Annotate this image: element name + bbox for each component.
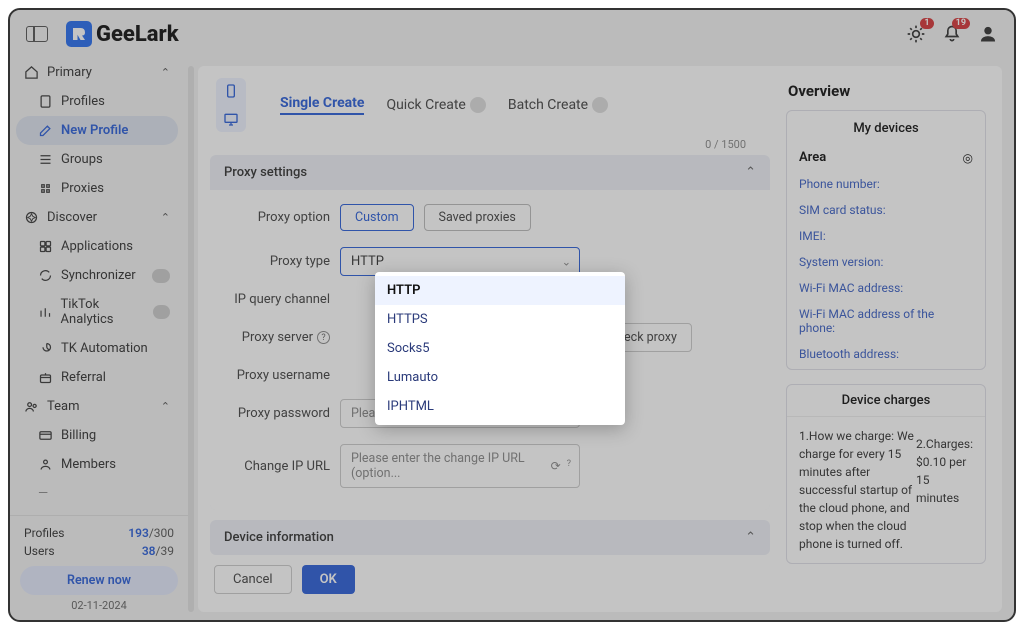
bell-icon[interactable]: 19	[942, 24, 962, 44]
tab-single-create[interactable]: Single Create	[280, 95, 364, 115]
device-row: Wi-Fi MAC address of the phone:	[787, 301, 985, 341]
device-row: System version:	[787, 249, 985, 275]
proxy-password-label: Proxy password	[224, 406, 340, 421]
ok-button[interactable]: OK	[302, 565, 355, 594]
chevron-up-icon: ⌃	[745, 530, 756, 545]
change-ip-url-label: Change IP URL	[224, 459, 340, 474]
sidebar-item-tk-automation[interactable]: TK Automation	[10, 334, 184, 363]
gear-bell-icon[interactable]: 1	[906, 24, 926, 44]
renew-button[interactable]: Renew now	[20, 566, 178, 595]
notif-badge-2: 19	[952, 18, 970, 29]
sidebar-item-profiles[interactable]: Profiles	[10, 87, 184, 116]
device-row: IMEI:	[787, 223, 985, 249]
tab-batch-create[interactable]: Batch Create	[508, 97, 608, 113]
sidebar-item-synchronizer[interactable]: Synchronizer	[10, 261, 184, 290]
sidebar-section-label: Primary	[47, 65, 92, 80]
help-icon[interactable]: ?	[567, 459, 571, 473]
sidebar-item-applications[interactable]: Applications	[10, 232, 184, 261]
proxy-option-custom[interactable]: Custom	[340, 204, 414, 231]
location-pin-icon[interactable]: ◎	[963, 151, 973, 165]
charges-text-2: 2.Charges: $0.10 per 15 minutes	[916, 435, 973, 553]
sidebar-item-more: —	[10, 479, 184, 508]
sidebar-item-members[interactable]: Members	[10, 450, 184, 479]
my-devices-card: My devices Area ◎ Phone number: SIM card…	[786, 110, 986, 370]
change-ip-url-input[interactable]: Please enter the change IP URL (option..…	[340, 444, 580, 488]
overview-title: Overview	[786, 78, 986, 110]
my-devices-title: My devices	[787, 113, 985, 144]
sidebar-section-discover[interactable]: Discover ⌃	[10, 203, 184, 232]
device-charges-card: Device charges 1.How we charge: We charg…	[786, 384, 986, 564]
sidebar-item-proxies[interactable]: Proxies	[10, 174, 184, 203]
proxy-username-label: Proxy username	[224, 368, 340, 383]
sidebar-item-new-profile[interactable]: New Profile	[16, 116, 178, 145]
tab-quick-create[interactable]: Quick Create	[386, 97, 485, 113]
tab-badge-icon	[592, 97, 608, 113]
overview-column: Overview My devices Area ◎ Phone number:…	[786, 78, 986, 604]
proxy-server-label: Proxy server?	[224, 330, 340, 345]
char-counter: 0 / 1500	[210, 138, 770, 151]
dropdown-item-iphtml[interactable]: IPHTML	[375, 392, 625, 421]
sidebar-section-team[interactable]: Team ⌃	[10, 392, 184, 421]
chevron-up-icon: ⌃	[161, 66, 170, 79]
proxy-settings-header[interactable]: Proxy settings ⌃	[210, 155, 770, 190]
brand-name: GeeLark	[96, 22, 179, 47]
chevron-down-icon: ⌄	[562, 255, 571, 268]
desktop-icon[interactable]	[222, 110, 240, 128]
sidebar-item-referral[interactable]: Referral	[10, 363, 184, 392]
sidebar: Primary ⌃ Profiles New Profile Groups	[10, 58, 188, 620]
proxy-type-label: Proxy type	[224, 254, 340, 269]
footer-date: 02-11-2024	[20, 599, 178, 612]
refresh-icon[interactable]: ⟳	[551, 459, 561, 473]
device-row: SIM card status:	[787, 197, 985, 223]
proxy-option-saved[interactable]: Saved proxies	[424, 204, 531, 231]
dropdown-item-https[interactable]: HTTPS	[375, 305, 625, 334]
topbar: GeeLark 1 19	[10, 10, 1014, 58]
stat-users-label: Users	[24, 544, 55, 558]
dropdown-item-http[interactable]: HTTP	[375, 276, 625, 305]
toggle-pill-icon[interactable]	[153, 305, 170, 319]
sidebar-item-billing[interactable]: Billing	[10, 421, 184, 450]
device-charges-title: Device charges	[787, 385, 985, 417]
dropdown-item-lumauto[interactable]: Lumauto	[375, 363, 625, 392]
scrollbar[interactable]	[188, 66, 194, 612]
device-type-toggle	[216, 78, 246, 132]
user-avatar-icon[interactable]	[978, 24, 998, 44]
brand-logo: GeeLark	[66, 21, 179, 47]
sidebar-item-groups[interactable]: Groups	[10, 145, 184, 174]
device-row: Wi-Fi MAC address:	[787, 275, 985, 301]
chevron-up-icon: ⌃	[745, 165, 756, 180]
help-icon[interactable]: ?	[317, 331, 330, 344]
sidebar-item-tiktok-analytics[interactable]: TikTok Analytics	[10, 290, 184, 334]
sidebar-toggle-icon[interactable]	[26, 26, 48, 42]
toggle-pill-icon[interactable]	[152, 269, 170, 283]
cancel-button[interactable]: Cancel	[214, 565, 292, 594]
device-row: Bluetooth address:	[787, 341, 985, 367]
device-row-area: Area ◎	[787, 144, 985, 171]
stat-profiles-label: Profiles	[24, 526, 65, 540]
ip-query-label: IP query channel	[224, 292, 340, 307]
sidebar-footer: Profiles 193/300 Users 38/39 Renew now 0…	[10, 515, 188, 620]
proxy-option-label: Proxy option	[224, 210, 340, 225]
device-info-header[interactable]: Device information ⌃	[210, 520, 770, 555]
device-row: Phone number:	[787, 171, 985, 197]
device-info-panel: Device information ⌃	[210, 520, 770, 555]
sidebar-section-primary[interactable]: Primary ⌃	[10, 58, 184, 87]
proxy-type-dropdown: HTTP HTTPS Socks5 Lumauto IPHTML	[375, 272, 625, 425]
charges-text-1: 1.How we charge: We charge for every 15 …	[799, 427, 916, 553]
brand-mark-icon	[66, 21, 92, 47]
chevron-up-icon: ⌃	[161, 400, 170, 413]
dropdown-item-socks5[interactable]: Socks5	[375, 334, 625, 363]
tab-badge-icon	[470, 97, 486, 113]
chevron-up-icon: ⌃	[161, 211, 170, 224]
phone-icon[interactable]	[222, 82, 240, 100]
notif-badge-1: 1	[920, 18, 934, 29]
